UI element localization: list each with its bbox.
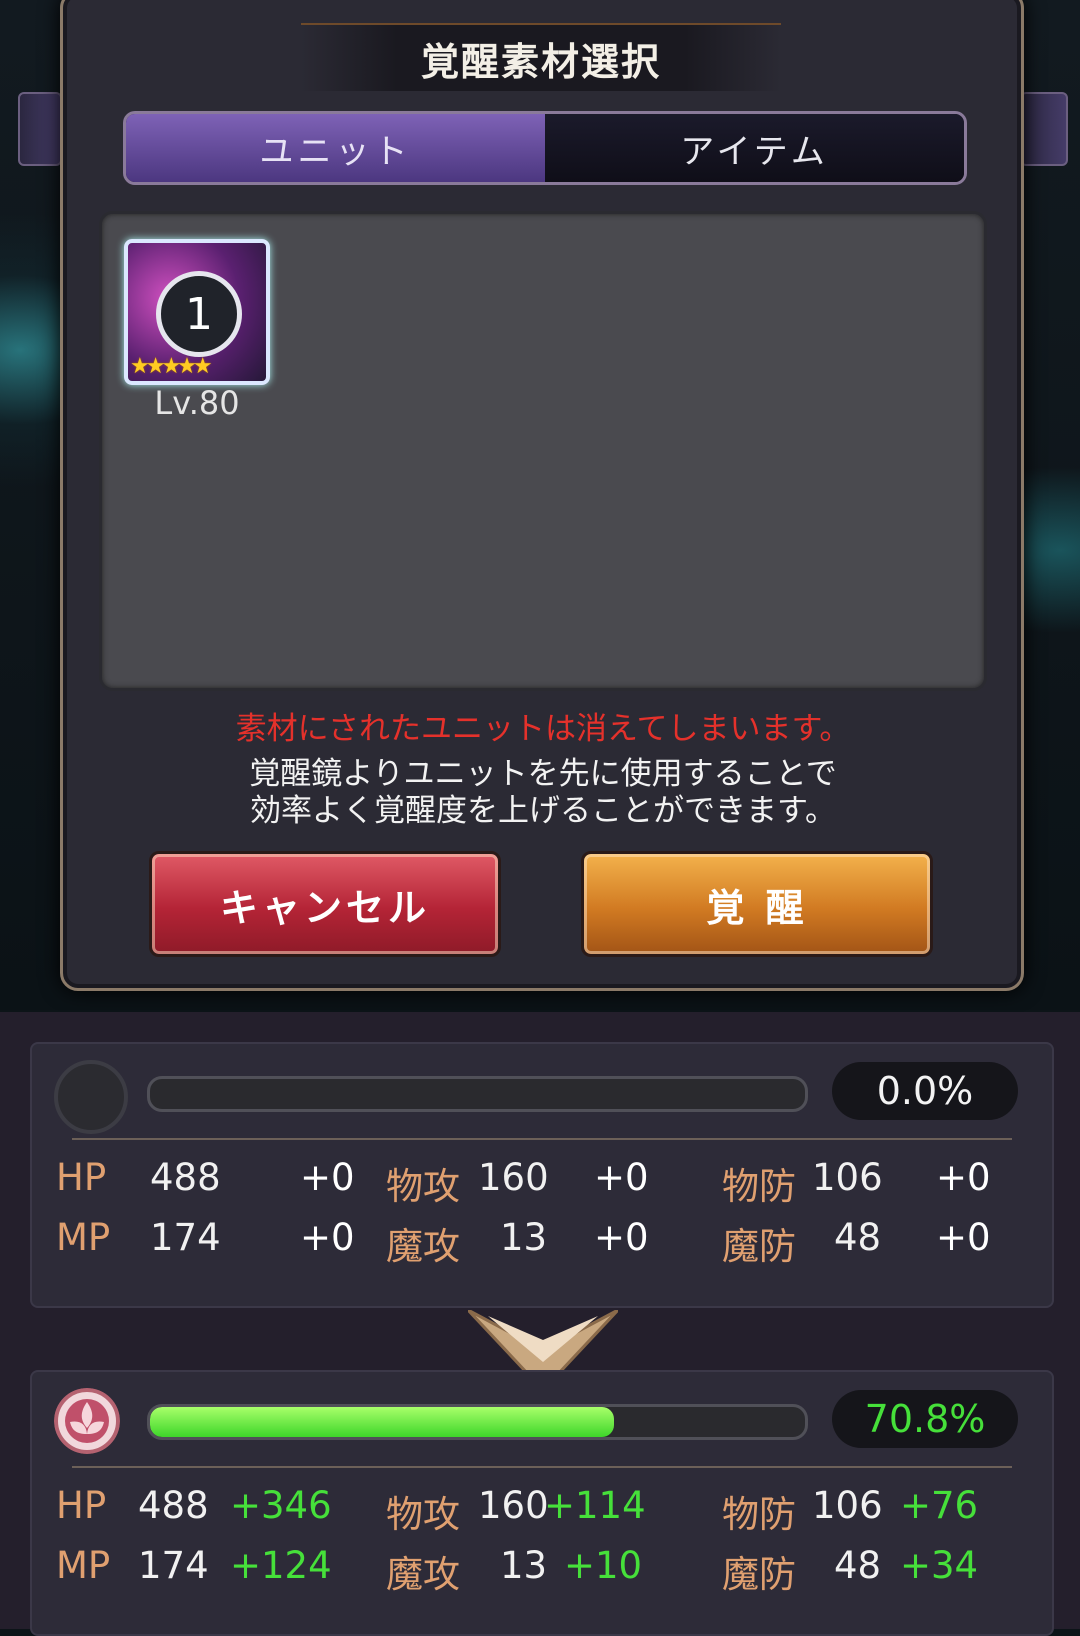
before-progress-bar xyxy=(147,1076,808,1112)
left-side-decoration xyxy=(18,92,62,166)
stat-value: 160 xyxy=(478,1156,549,1199)
stat-label: 物防 xyxy=(722,1165,796,1208)
stat-bonus: +0 xyxy=(594,1216,649,1259)
selection-count-badge: 1 xyxy=(156,271,242,357)
awakening-material-dialog: 覚醒素材選択 ユニット アイテム 1 ★★★★★ Lv.80 素材にされたユニッ… xyxy=(60,0,1024,991)
sakura-emblem-icon xyxy=(54,1388,120,1454)
stat-value: 488 xyxy=(138,1484,209,1527)
stat-label: 魔攻 xyxy=(386,1225,460,1268)
empty-circle-icon xyxy=(54,1060,128,1134)
stat-label: 魔攻 xyxy=(386,1553,460,1596)
divider-line xyxy=(72,1138,1012,1140)
stat-bonus: +0 xyxy=(594,1156,649,1199)
stat-value: 174 xyxy=(138,1544,209,1587)
after-row-2: MP 174 +124 魔攻 13 +10 魔防 48 +34 xyxy=(32,1544,1052,1596)
stat-label: 魔防 xyxy=(722,1225,796,1268)
before-stats-panel: 0.0% HP 488 +0 物攻 160 +0 物防 106 +0 MP 17… xyxy=(30,1042,1054,1308)
before-row-2: MP 174 +0 魔攻 13 +0 魔防 48 +0 xyxy=(32,1216,1052,1268)
stat-value: 106 xyxy=(812,1484,883,1527)
title-bar: 覚醒素材選択 xyxy=(301,23,781,91)
before-row-1: HP 488 +0 物攻 160 +0 物防 106 +0 xyxy=(32,1156,1052,1208)
warning-text: 素材にされたユニットは消えてしまいます。 xyxy=(235,711,851,747)
tab-unit[interactable]: ユニット xyxy=(126,114,545,182)
stat-label: MP xyxy=(56,1544,111,1587)
info-line-2: 効率よく覚醒度を上げることができます。 xyxy=(250,793,836,829)
stat-value: 13 xyxy=(500,1216,548,1259)
stat-label: 物防 xyxy=(722,1493,796,1536)
awaken-button[interactable]: 覚 醒 xyxy=(581,851,933,957)
after-stats-panel: 70.8% HP 488 +346 物攻 160 +114 物防 106 +76… xyxy=(30,1370,1054,1636)
stat-value: 48 xyxy=(834,1216,882,1259)
stat-bonus: +0 xyxy=(300,1216,355,1259)
stat-label: HP xyxy=(56,1484,107,1527)
right-side-decoration xyxy=(1020,92,1068,166)
before-percent: 0.0% xyxy=(832,1062,1018,1120)
stat-label: 物攻 xyxy=(386,1165,460,1208)
stat-value: 174 xyxy=(150,1216,221,1259)
cancel-button[interactable]: キャンセル xyxy=(149,851,501,957)
after-row-1: HP 488 +346 物攻 160 +114 物防 106 +76 xyxy=(32,1484,1052,1536)
stat-bonus: +114 xyxy=(544,1484,646,1527)
stat-label: 魔防 xyxy=(722,1553,796,1596)
unit-level: Lv.80 xyxy=(154,384,240,422)
stat-bonus: +124 xyxy=(230,1544,332,1587)
unit-grid: 1 ★★★★★ Lv.80 xyxy=(99,211,987,691)
rarity-stars: ★★★★★ xyxy=(130,354,213,379)
unit-card[interactable]: 1 ★★★★★ xyxy=(124,239,270,385)
stat-bonus: +0 xyxy=(936,1156,991,1199)
stat-label: 物攻 xyxy=(386,1493,460,1536)
stat-bonus: +0 xyxy=(300,1156,355,1199)
stat-bonus: +76 xyxy=(900,1484,979,1527)
stats-area: 0.0% HP 488 +0 物攻 160 +0 物防 106 +0 MP 17… xyxy=(0,1012,1080,1636)
tab-bar: ユニット アイテム xyxy=(123,111,967,185)
dialog-title: 覚醒素材選択 xyxy=(420,39,661,84)
divider-line xyxy=(72,1466,1012,1468)
stat-bonus: +34 xyxy=(900,1544,979,1587)
stat-value: 13 xyxy=(500,1544,548,1587)
stat-bonus: +346 xyxy=(230,1484,332,1527)
stat-value: 48 xyxy=(834,1544,882,1587)
stat-bonus: +0 xyxy=(936,1216,991,1259)
after-progress-fill xyxy=(150,1407,614,1437)
after-percent: 70.8% xyxy=(832,1390,1018,1448)
tab-item[interactable]: アイテム xyxy=(545,114,964,182)
stat-label: MP xyxy=(56,1216,111,1259)
stat-value: 488 xyxy=(150,1156,221,1199)
stat-value: 160 xyxy=(478,1484,549,1527)
after-progress-bar xyxy=(147,1404,808,1440)
stat-bonus: +10 xyxy=(564,1544,643,1587)
stat-value: 106 xyxy=(812,1156,883,1199)
stat-label: HP xyxy=(56,1156,107,1199)
